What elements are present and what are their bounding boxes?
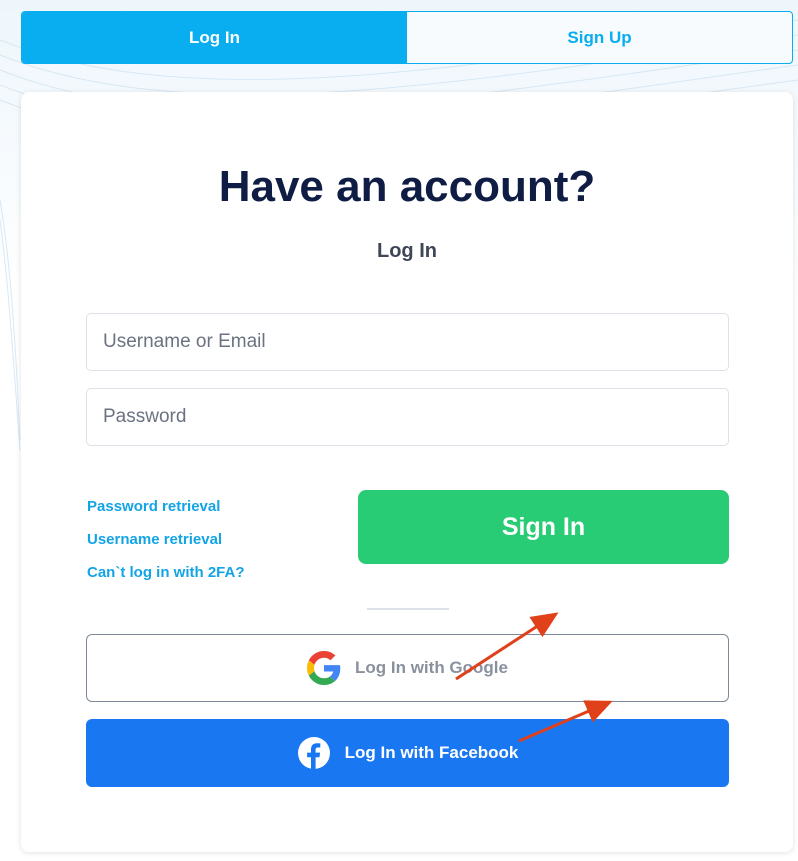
- google-logo-icon: [307, 651, 341, 685]
- page-title: Have an account?: [218, 162, 596, 211]
- username-email-input[interactable]: [86, 313, 729, 371]
- auth-tabs: Log In Sign Up: [21, 11, 793, 64]
- google-button-label: Log In with Google: [355, 658, 508, 677]
- sign-in-button[interactable]: Sign In: [358, 490, 729, 564]
- cant-login-2fa-link[interactable]: Can`t log in with 2FA?: [87, 564, 245, 582]
- facebook-button-label: Log In with Facebook: [344, 743, 519, 762]
- password-retrieval-link[interactable]: Password retrieval: [87, 498, 245, 516]
- google-login-button[interactable]: Log In with Google: [86, 634, 729, 702]
- facebook-login-button[interactable]: Log In with Facebook: [86, 719, 729, 787]
- recovery-links: Password retrieval Username retrieval Ca…: [87, 498, 245, 597]
- login-card: Have an account? Log In Password retriev…: [21, 92, 793, 852]
- tab-login[interactable]: Log In: [22, 12, 407, 63]
- username-retrieval-link[interactable]: Username retrieval: [87, 531, 245, 549]
- facebook-logo-icon: [297, 736, 331, 770]
- form-subtitle: Log In: [377, 240, 437, 262]
- password-input[interactable]: [86, 388, 729, 446]
- divider: [367, 608, 449, 610]
- tab-signup[interactable]: Sign Up: [407, 12, 792, 63]
